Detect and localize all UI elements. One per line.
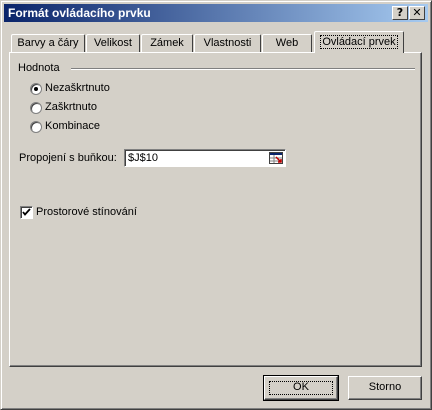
radio-selected-dot	[34, 87, 38, 91]
tab-strip: Barvy a čáry Velikost Zámek Vlastnosti W…	[9, 31, 423, 53]
radio-button[interactable]	[30, 102, 42, 114]
tab-label: Zámek	[150, 37, 184, 49]
tab-label: Vlastnosti	[203, 37, 252, 49]
group-divider	[71, 68, 415, 70]
tab-size[interactable]: Velikost	[86, 34, 140, 52]
help-icon: ?	[396, 6, 404, 19]
tab-label: Velikost	[94, 37, 132, 49]
format-control-dialog: Formát ovládacího prvku ? ✕ Barvy a čáry…	[0, 0, 432, 410]
range-select-icon[interactable]	[269, 152, 283, 164]
window-title: Formát ovládacího prvku	[8, 6, 151, 20]
radio-button[interactable]	[30, 121, 42, 133]
tab-label: Ovládací prvek	[320, 35, 398, 49]
radio-label: Kombinace	[45, 120, 101, 132]
cancel-button[interactable]: Storno	[348, 376, 422, 400]
tab-colors-lines[interactable]: Barvy a čáry	[11, 34, 85, 52]
cell-link-value[interactable]: $J$10	[128, 152, 158, 164]
tab-label: Barvy a čáry	[17, 37, 79, 49]
shading-label: Prostorové stínování	[36, 206, 137, 218]
close-button[interactable]: ✕	[409, 6, 425, 20]
checkmark-icon	[22, 208, 31, 216]
tab-properties[interactable]: Vlastnosti	[194, 34, 261, 52]
tab-control[interactable]: Ovládací prvek	[314, 31, 404, 53]
cell-link-label: Propojení s buňkou:	[19, 152, 117, 164]
tab-label: Web	[275, 37, 299, 49]
value-group-label: Hodnota	[18, 62, 60, 74]
help-button[interactable]: ?	[392, 6, 408, 20]
cancel-button-label: Storno	[368, 381, 402, 393]
tab-web[interactable]: Web	[262, 34, 312, 52]
ok-button[interactable]: OK	[263, 375, 339, 401]
shading-checkbox[interactable]	[20, 206, 33, 219]
title-bar[interactable]: Formát ovládacího prvku ? ✕	[4, 4, 428, 22]
cell-link-field[interactable]: $J$10	[124, 149, 286, 167]
radio-label: Nezaškrtnuto	[45, 82, 110, 94]
tab-protection[interactable]: Zámek	[141, 34, 193, 52]
close-icon: ✕	[412, 6, 422, 19]
focus-ring	[265, 377, 337, 399]
radio-label: Zaškrtnuto	[45, 101, 97, 113]
radio-button[interactable]	[30, 83, 42, 95]
